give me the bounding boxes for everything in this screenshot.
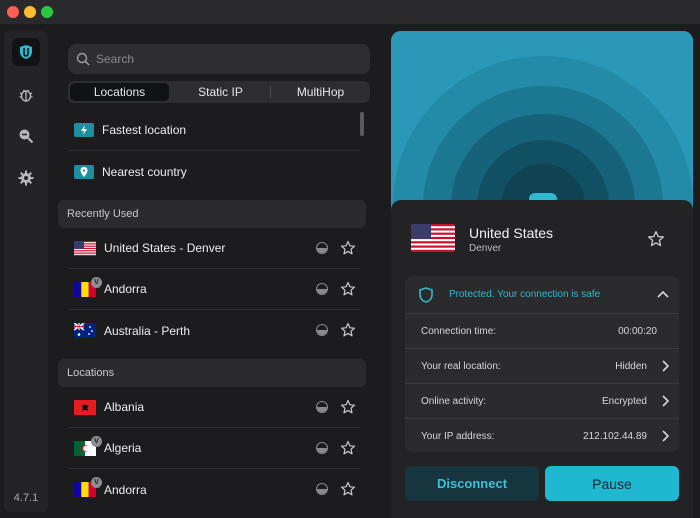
connection-time-row: Connection time: 00:00:20 <box>405 314 679 349</box>
fastest-location-item[interactable]: Fastest location <box>68 110 360 151</box>
app-version: 4.7.1 <box>13 492 39 504</box>
disconnect-button[interactable]: Disconnect <box>405 466 539 501</box>
shield-icon <box>419 287 433 303</box>
window-titlebar <box>0 0 700 24</box>
list-item-label: Australia - Perth <box>104 323 191 338</box>
server-load-icon <box>316 324 328 336</box>
tab-multihop[interactable]: MultiHop <box>271 81 370 103</box>
list-item-label: Nearest country <box>102 164 187 179</box>
connection-status-panel: Protected. Your connection is safe Conne… <box>405 276 679 452</box>
list-item-label: Fastest location <box>102 123 187 137</box>
pause-button[interactable]: Pause <box>545 466 679 501</box>
list-item-label: Andorra <box>104 282 147 296</box>
list-item[interactable]: United States - Denver <box>68 228 360 269</box>
search-box[interactable] <box>68 44 370 74</box>
dz-flag-icon: V <box>74 435 102 456</box>
list-item-label: Andorra <box>104 482 147 497</box>
gear-icon[interactable] <box>12 164 40 192</box>
favorite-star-icon[interactable] <box>340 440 356 456</box>
location-tabs: Locations Static IP MultiHop <box>68 81 370 103</box>
real-location-row[interactable]: Your real location: Hidden <box>405 349 679 384</box>
online-activity-row[interactable]: Online activity: Encrypted <box>405 384 679 419</box>
au-flag-icon <box>73 322 96 338</box>
row-value: Hidden <box>615 360 647 372</box>
list-item-label: Algeria <box>104 441 142 455</box>
server-load-icon <box>316 483 328 495</box>
recently-used-header: Recently Used <box>58 200 366 228</box>
row-key: Your real location: <box>421 360 501 372</box>
minimize-window-button[interactable] <box>24 6 36 18</box>
favorite-star-icon[interactable] <box>340 240 356 256</box>
ip-address-row[interactable]: Your IP address: 212.102.44.89 <box>405 419 679 454</box>
status-header[interactable]: Protected. Your connection is safe <box>405 276 679 314</box>
list-item[interactable]: V Andorra <box>68 269 360 310</box>
lightning-icon <box>74 123 94 137</box>
ad-flag-icon: V <box>74 276 102 297</box>
virtual-badge: V <box>91 276 102 288</box>
list-item[interactable]: V Andorra <box>68 469 360 510</box>
list-scrollbar[interactable] <box>360 112 364 136</box>
list-item-label: United States - Denver <box>104 241 226 255</box>
row-value: Encrypted <box>601 395 647 407</box>
connected-city: Denver <box>469 243 502 254</box>
list-item-label: Albania <box>104 400 145 414</box>
row-key: Connection time: <box>421 325 497 337</box>
virtual-badge: V <box>91 435 102 447</box>
search-input[interactable] <box>96 52 356 66</box>
virtual-badge: V <box>91 477 102 488</box>
favorite-star-icon[interactable] <box>340 281 356 297</box>
bug-icon[interactable] <box>12 81 40 109</box>
chevron-right-icon <box>662 430 669 442</box>
shield-logo-icon[interactable] <box>12 38 40 66</box>
protection-status: Protected. Your connection is safe <box>449 289 601 300</box>
tab-locations[interactable]: Locations <box>70 83 169 101</box>
server-load-icon <box>316 242 328 254</box>
us-flag-icon <box>74 240 96 256</box>
server-load-icon <box>316 401 328 413</box>
row-key: Your IP address: <box>421 431 495 442</box>
pin-icon <box>74 164 94 179</box>
list-item[interactable]: V Algeria <box>68 428 360 469</box>
zoom-window-button[interactable] <box>41 6 53 18</box>
connected-country: United States <box>469 225 554 241</box>
search-zoom-icon[interactable] <box>12 122 40 150</box>
location-list: Fastest location Nearest country Recentl… <box>58 110 366 510</box>
chevron-right-icon <box>662 360 669 372</box>
server-load-icon <box>316 442 328 454</box>
row-key: Online activity: <box>421 395 487 407</box>
al-flag-icon <box>74 399 96 415</box>
favorite-star-icon[interactable] <box>340 481 356 497</box>
favorite-star-icon[interactable] <box>647 230 665 248</box>
favorite-star-icon[interactable] <box>340 322 356 338</box>
list-item[interactable]: Albania <box>68 387 360 428</box>
us-flag-icon <box>411 224 455 252</box>
search-icon <box>76 52 90 66</box>
row-value: 212.102.44.89 <box>583 431 647 442</box>
locations-header: Locations <box>58 359 366 387</box>
row-value: 00:00:20 <box>618 325 657 337</box>
locations-panel: Locations Static IP MultiHop Fastest loc… <box>58 30 376 518</box>
nearest-country-item[interactable]: Nearest country <box>68 151 360 192</box>
connection-card: United States Denver Protected. Your con… <box>391 200 693 518</box>
tab-static-ip[interactable]: Static IP <box>171 81 270 103</box>
list-item[interactable]: Australia - Perth <box>68 310 360 351</box>
close-window-button[interactable] <box>7 6 19 18</box>
favorite-star-icon[interactable] <box>340 399 356 415</box>
chevron-up-icon[interactable] <box>657 290 669 298</box>
ad-flag-icon: V <box>74 477 102 497</box>
server-load-icon <box>316 283 328 295</box>
chevron-right-icon <box>662 395 669 407</box>
nav-rail: 4.7.1 <box>4 30 48 512</box>
